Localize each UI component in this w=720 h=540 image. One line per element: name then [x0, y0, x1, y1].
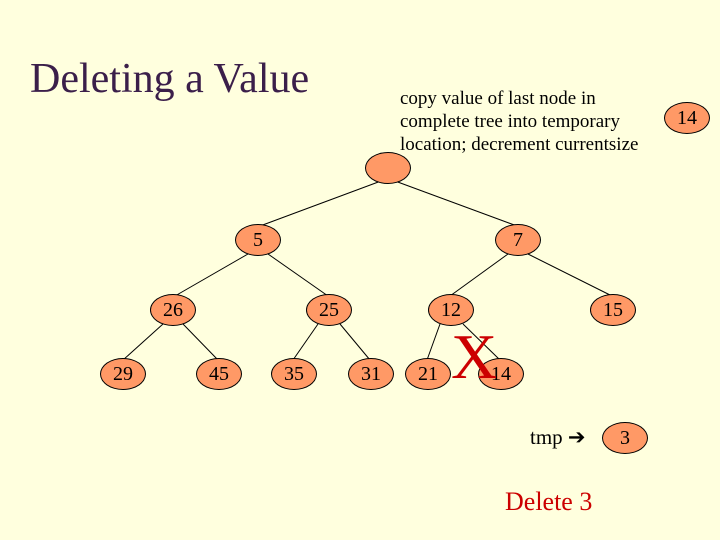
tree-edges [0, 0, 720, 540]
delete-label: Delete 3 [505, 487, 592, 517]
node-35: 35 [271, 358, 317, 390]
node-15: 15 [590, 294, 636, 326]
tmp-text: tmp [530, 425, 563, 449]
node-5: 5 [235, 224, 281, 256]
node-7: 7 [495, 224, 541, 256]
node-45: 45 [196, 358, 242, 390]
node-31: 31 [348, 358, 394, 390]
tmp-label: tmp ➔ [530, 425, 586, 450]
node-26: 26 [150, 294, 196, 326]
node-3: 3 [602, 422, 648, 454]
node-21: 21 [405, 358, 451, 390]
cross-mark: X [451, 320, 497, 394]
arrow-icon: ➔ [568, 426, 586, 449]
node-14-side: 14 [664, 102, 710, 134]
node-29: 29 [100, 358, 146, 390]
node-25: 25 [306, 294, 352, 326]
node-root [365, 152, 411, 184]
